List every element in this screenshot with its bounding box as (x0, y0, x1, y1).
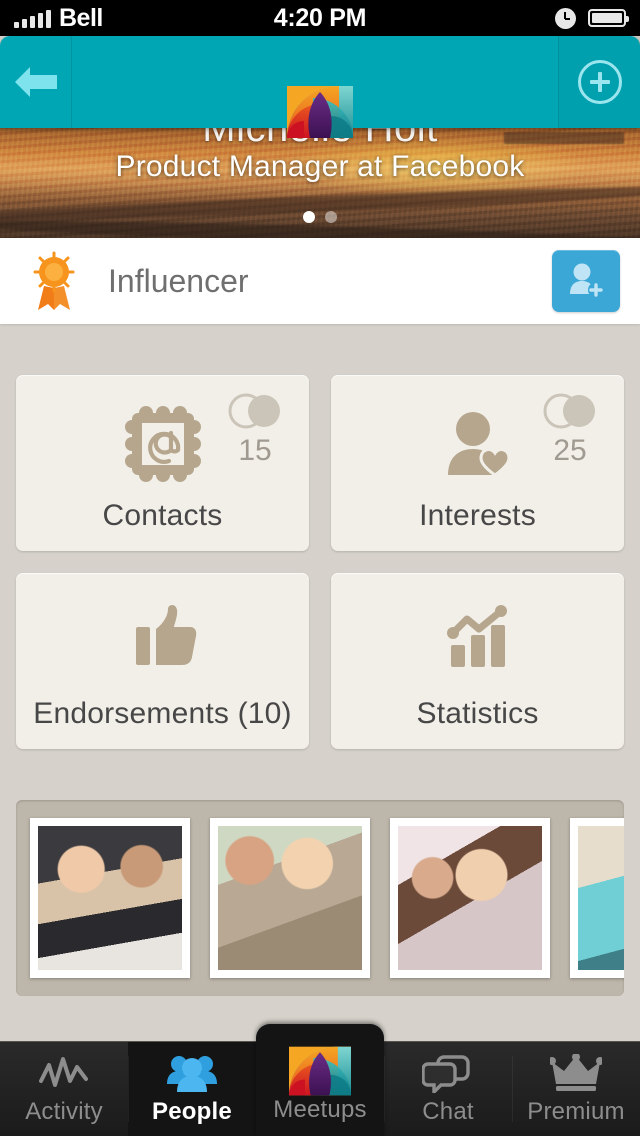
tab-label-premium: Premium (527, 1098, 625, 1125)
card-endorsements[interactable]: Endorsements (10) (16, 573, 309, 749)
stats-card-grid: 15 Contacts 25 Interests Endorsements (1… (0, 345, 640, 749)
add-contact-button[interactable] (552, 250, 620, 312)
venn-diagram-icon (228, 393, 280, 429)
app-screen: Bell 4:20 PM Michelle Holt Product Manag… (0, 0, 640, 1136)
meetups-logo-button[interactable] (287, 86, 353, 138)
battery-icon (588, 9, 629, 27)
photo-strip[interactable] (16, 800, 624, 996)
add-button[interactable] (558, 36, 640, 128)
influencer-row[interactable]: Influencer (0, 238, 640, 324)
tab-label-people: People (152, 1098, 232, 1125)
add-person-icon (570, 263, 604, 298)
interests-count: 25 (553, 434, 587, 467)
award-ribbon-icon (28, 250, 80, 312)
card-label-statistics: Statistics (416, 697, 539, 730)
photo-man-teal-shirt (578, 826, 624, 970)
card-label-endorsements: Endorsements (10) (33, 697, 292, 730)
navigation-bar (0, 36, 640, 138)
list-item[interactable] (210, 818, 370, 978)
thumbs-up-icon (16, 603, 309, 673)
card-label-contacts: Contacts (102, 499, 223, 532)
tab-people[interactable]: People (128, 1042, 256, 1136)
photo-women-laptop-cafe (38, 826, 182, 970)
interests-count-group: 25 (534, 393, 606, 466)
status-bar-time: 4:20 PM (273, 3, 367, 32)
tab-bar: Activity People Chat Premium Meetups (0, 1024, 640, 1136)
activity-pulse-icon (38, 1052, 90, 1094)
bar-chart-trend-icon (331, 603, 624, 673)
meetups-logo-icon (289, 1046, 351, 1096)
page-dot-1[interactable] (303, 211, 315, 223)
card-contacts[interactable]: 15 Contacts (16, 375, 309, 551)
tab-label-meetups: Meetups (273, 1096, 367, 1123)
contacts-count-group: 15 (219, 393, 291, 466)
tab-meetups[interactable]: Meetups (256, 1024, 384, 1136)
photo-group-listening (398, 826, 542, 970)
tab-chat[interactable]: Chat (384, 1042, 512, 1136)
list-item[interactable] (30, 818, 190, 978)
hero-pagination-dots[interactable] (0, 211, 640, 223)
tab-activity[interactable]: Activity (0, 1042, 128, 1136)
status-bar: Bell 4:20 PM (0, 0, 640, 36)
status-bar-right (555, 7, 629, 29)
meetups-logo-icon (287, 86, 353, 138)
card-statistics[interactable]: Statistics (331, 573, 624, 749)
tab-premium[interactable]: Premium (512, 1042, 640, 1136)
plus-circle-icon (577, 60, 622, 104)
people-group-icon (166, 1052, 218, 1094)
back-button[interactable] (0, 36, 72, 128)
contacts-count: 15 (238, 434, 272, 467)
tab-label-activity: Activity (25, 1098, 103, 1125)
clock-icon (555, 7, 576, 29)
list-item[interactable] (390, 818, 550, 978)
tab-label-chat: Chat (422, 1098, 474, 1125)
card-label-interests: Interests (419, 499, 536, 532)
page-dot-2[interactable] (325, 211, 337, 223)
crown-icon (550, 1052, 602, 1094)
chat-bubbles-icon (422, 1052, 474, 1094)
photo-strip-scroller[interactable] (16, 800, 624, 996)
profile-title: Product Manager at Facebook (115, 150, 525, 183)
card-interests[interactable]: 25 Interests (331, 375, 624, 551)
photo-couple-talking (218, 826, 362, 970)
venn-diagram-icon (543, 393, 595, 429)
influencer-label: Influencer (108, 262, 249, 299)
back-arrow-icon (14, 67, 57, 97)
list-item[interactable] (570, 818, 624, 978)
